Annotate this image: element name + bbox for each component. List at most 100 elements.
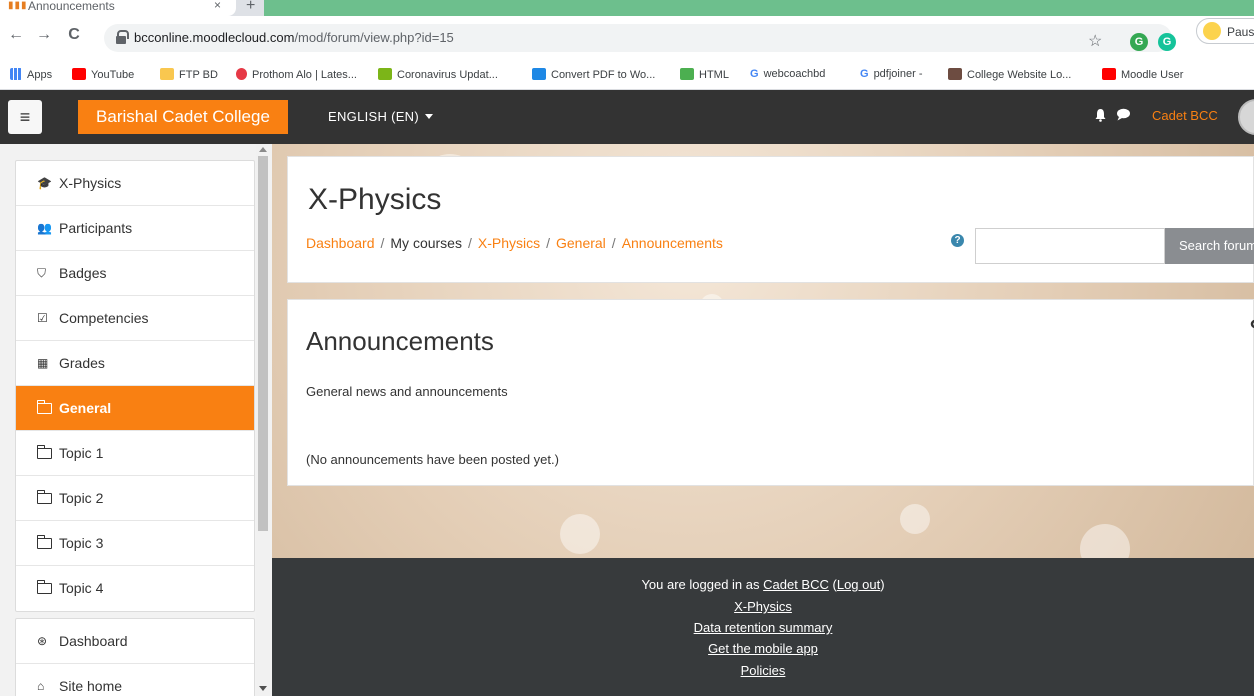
drawer-toggle-button[interactable]: ≡: [8, 100, 42, 134]
convert-pdf-icon: [532, 68, 546, 80]
url-text: bcconline.moodlecloud.com/mod/forum/view…: [134, 30, 454, 45]
bookmark-youtube[interactable]: YouTube: [72, 68, 134, 81]
sidebar-item-topic-3[interactable]: Topic 3: [16, 521, 254, 566]
breadcrumb-separator: /: [380, 235, 385, 251]
sidebar-item-label: General: [59, 400, 112, 416]
bookmark-webcoachbd[interactable]: Gwebcoachbd: [750, 68, 825, 80]
bookmark-label: Apps: [27, 69, 53, 81]
sidebar-item-label: Grades: [59, 355, 105, 371]
footer-course-link[interactable]: X-Physics: [734, 599, 792, 614]
profile-label: Paus: [1227, 25, 1254, 39]
page-title: X-Physics: [308, 183, 442, 216]
sidebar-item-dashboard[interactable]: ⊛ Dashboard: [16, 619, 254, 664]
sidebar-item-badges[interactable]: ⛉ Badges: [16, 251, 254, 296]
url-path: /mod/forum/view.php?id=15: [294, 30, 454, 45]
browser-tab-title: Announcements: [28, 0, 115, 13]
logout-link[interactable]: Log out: [837, 577, 880, 592]
apps-grid-icon: [10, 68, 22, 80]
reload-button[interactable]: C: [64, 26, 84, 44]
breadcrumb-separator: /: [546, 235, 550, 251]
sidebar-item-participants[interactable]: 👥 Participants: [16, 206, 254, 251]
bookmark-coronavirus[interactable]: Coronavirus Updat...: [378, 68, 498, 81]
help-icon[interactable]: ?: [951, 234, 964, 247]
notifications-bell-icon[interactable]: [1094, 108, 1107, 125]
browser-tab-announcements[interactable]: ▮▮▮ Announcements ×: [0, 0, 236, 16]
sidebar-item-general[interactable]: General: [16, 386, 254, 431]
bokeh-decoration: [560, 514, 600, 554]
nav-drawer: 🎓 X-Physics 👥 Participants ⛉ Badges ☑ Compet…: [0, 144, 272, 696]
course-nav-group: 🎓 X-Physics 👥 Participants ⛉ Badges ☑ Compet…: [15, 160, 255, 612]
sidebar-item-topic-4[interactable]: Topic 4: [16, 566, 254, 611]
language-menu[interactable]: ENGLISH (EN): [328, 109, 434, 124]
folder-icon: [36, 490, 53, 505]
bookmark-label: Moodle User: [1121, 69, 1184, 81]
user-avatar[interactable]: [1238, 99, 1254, 135]
bookmark-ftp-bd[interactable]: FTP BD: [160, 68, 218, 81]
page-footer: You are logged in as Cadet BCC (Log out)…: [272, 558, 1254, 696]
data-retention-link[interactable]: Data retention summary: [694, 620, 833, 635]
new-tab-button[interactable]: +: [246, 0, 255, 15]
coronavirus-site-icon: [378, 68, 392, 80]
profile-button[interactable]: Paus: [1196, 18, 1254, 44]
breadcrumb-section[interactable]: General: [556, 235, 606, 251]
breadcrumb-separator: /: [611, 235, 616, 251]
forward-button[interactable]: →: [34, 26, 54, 44]
page-header: X-Physics Dashboard / My courses / X-Physics…: [287, 156, 1254, 283]
youtube-icon: [1102, 68, 1116, 80]
back-button[interactable]: ←: [6, 26, 26, 44]
extension-grammarly-2-icon[interactable]: G: [1158, 33, 1176, 51]
policies-link[interactable]: Policies: [741, 663, 786, 678]
sidebar-item-competencies[interactable]: ☑ Competencies: [16, 296, 254, 341]
sidebar-item-topic-1[interactable]: Topic 1: [16, 431, 254, 476]
site-brand-link[interactable]: Barishal Cadet College: [78, 100, 288, 134]
bookmark-convert-pdf[interactable]: Convert PDF to Wo...: [532, 68, 655, 81]
youtube-icon: [72, 68, 86, 80]
empty-state-message: (No announcements have been posted yet.): [306, 452, 559, 467]
profile-avatar: [1203, 22, 1221, 40]
footer-user-link[interactable]: Cadet BCC: [763, 577, 829, 592]
bookmark-label: FTP BD: [179, 69, 218, 81]
footer-course-line: X-Physics: [242, 599, 1254, 614]
bookmark-apps[interactable]: Apps: [10, 68, 52, 81]
breadcrumb-course[interactable]: X-Physics: [478, 235, 540, 251]
breadcrumb-separator: /: [467, 235, 472, 251]
gear-icon[interactable]: [1250, 318, 1254, 330]
college-site-icon: [948, 68, 962, 80]
url-domain: bcconline.moodlecloud.com: [134, 30, 295, 45]
scrollbar-thumb[interactable]: [258, 156, 268, 531]
sidebar-item-topic-2[interactable]: Topic 2: [16, 476, 254, 521]
bookmark-label: pdfjoiner -: [873, 68, 923, 80]
sidebar-item-x-physics[interactable]: 🎓 X-Physics: [16, 161, 254, 206]
sidebar-item-label: Topic 3: [59, 535, 104, 551]
browser-toolbar: ← → C bcconline.moodlecloud.com/mod/foru…: [0, 16, 1254, 60]
breadcrumb-dashboard[interactable]: Dashboard: [306, 235, 375, 251]
bookmark-pdfjoiner[interactable]: Gpdfjoiner -: [860, 68, 922, 80]
bookmark-college-website[interactable]: College Website Lo...: [948, 68, 1071, 81]
bookmark-html[interactable]: HTML: [680, 68, 729, 81]
sidebar-item-grades[interactable]: ▦ Grades: [16, 341, 254, 386]
mobile-app-link[interactable]: Get the mobile app: [708, 641, 818, 656]
google-icon: G: [860, 68, 869, 80]
address-bar[interactable]: bcconline.moodlecloud.com/mod/forum/view…: [104, 24, 1172, 52]
logged-in-prefix: You are logged in as: [641, 577, 760, 592]
scroll-down-arrow-icon[interactable]: [259, 686, 267, 691]
dashboard-icon: ⊛: [37, 634, 48, 648]
users-icon: 👥: [37, 221, 52, 235]
tab-strip-background: [264, 0, 1254, 16]
bookmark-prothom-alo[interactable]: Prothom Alo | Lates...: [236, 68, 357, 81]
search-forums-button[interactable]: Search forums: [1165, 228, 1254, 264]
bookmark-label: College Website Lo...: [967, 69, 1072, 81]
extension-grammarly-icon[interactable]: G: [1130, 33, 1148, 51]
bookmark-star-icon[interactable]: ☆: [1088, 31, 1102, 51]
table-icon: ▦: [37, 356, 49, 370]
sidebar-item-site-home[interactable]: ⌂ Site home: [16, 664, 254, 696]
forum-search-input[interactable]: [975, 228, 1165, 264]
user-menu-name[interactable]: Cadet BCC: [1152, 108, 1218, 123]
messages-chat-icon[interactable]: [1116, 108, 1131, 124]
breadcrumb-activity[interactable]: Announcements: [622, 235, 723, 251]
bookmark-moodle-user[interactable]: Moodle User: [1102, 68, 1183, 81]
sidebar-item-label: Participants: [59, 220, 133, 236]
close-tab-icon[interactable]: ×: [214, 0, 221, 12]
forum-title: Announcements: [306, 326, 494, 356]
scroll-up-arrow-icon[interactable]: [259, 147, 267, 152]
